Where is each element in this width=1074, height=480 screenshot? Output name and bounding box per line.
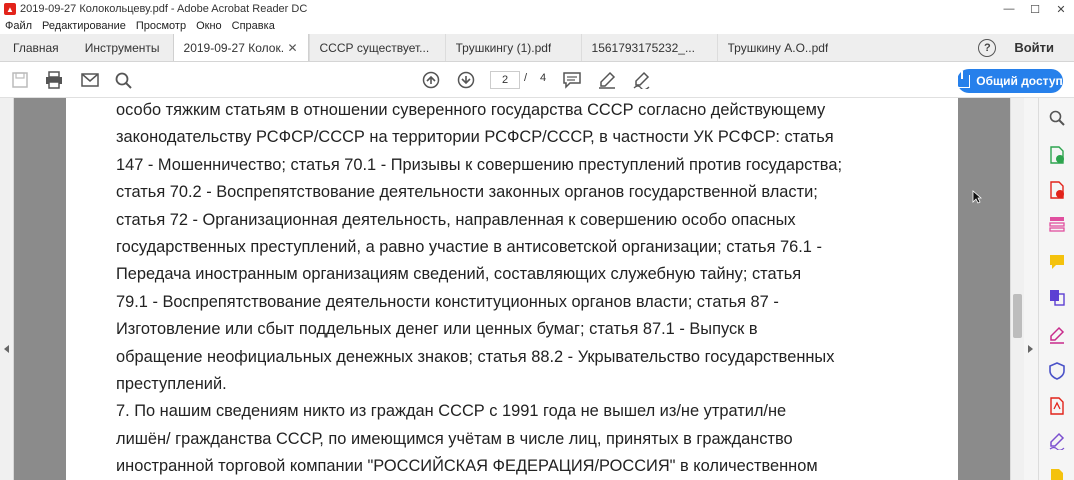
combine-files-icon[interactable] xyxy=(1048,288,1066,306)
document-tab-label: Трушкину А.О..pdf xyxy=(727,40,829,55)
share-icon xyxy=(957,70,971,88)
menu-help[interactable]: Справка xyxy=(227,20,280,32)
text-line: иностранной торговой компании "РОССИЙСКА… xyxy=(116,457,818,476)
next-page-icon[interactable] xyxy=(456,71,476,89)
menu-edit[interactable]: Редактирование xyxy=(37,20,131,32)
tools-pane xyxy=(1038,98,1074,480)
more-tools-icon[interactable] xyxy=(1048,468,1066,480)
right-pane-toggle[interactable] xyxy=(1024,98,1038,480)
document-tab-label: СССР существует... xyxy=(319,40,430,55)
share-button-label: Общий доступ xyxy=(976,74,1063,88)
menu-bar: Файл Редактирование Просмотр Окно Справк… xyxy=(0,18,1074,34)
send-for-signature-icon[interactable] xyxy=(1048,432,1066,450)
previous-page-icon[interactable] xyxy=(421,71,441,89)
vertical-scrollbar[interactable] xyxy=(1010,98,1024,480)
comment-tool-icon[interactable] xyxy=(1048,253,1066,271)
document-tab-label: 1561793175232_... xyxy=(591,40,695,55)
text-line: 79.1 - Воспрепятствование деятельности к… xyxy=(116,292,779,311)
document-tab-label: Трушкингу (1).pdf xyxy=(455,40,552,55)
email-icon[interactable] xyxy=(80,71,100,89)
document-tab-label: 2019-09-27 Колок... xyxy=(183,40,284,55)
text-line: Изготовление или сбыт поддельных денег и… xyxy=(116,320,758,339)
total-pages: 4 xyxy=(540,72,547,84)
document-tab[interactable]: 2019-09-27 Колок... ✕ xyxy=(172,34,309,61)
minimize-button[interactable]: — xyxy=(996,0,1022,18)
left-pane-toggle[interactable] xyxy=(0,98,14,480)
save-icon[interactable] xyxy=(10,71,30,89)
text-line: государственных преступлений, а равно уч… xyxy=(116,238,822,257)
mouse-cursor-icon xyxy=(972,190,982,204)
text-line: преступлений. xyxy=(116,375,227,394)
pdf-page: особо тяжким статьям в отношении суверен… xyxy=(66,98,958,480)
text-line: лишён/ гражданства СССР, по имеющимся уч… xyxy=(116,429,793,448)
document-viewport[interactable]: особо тяжким статьям в отношении суверен… xyxy=(0,98,1038,480)
organize-pages-icon[interactable] xyxy=(1048,215,1066,233)
highlight-pen-icon[interactable] xyxy=(597,71,617,89)
edit-pdf-icon[interactable] xyxy=(1048,397,1066,415)
tab-spacer xyxy=(853,34,979,61)
expand-right-icon[interactable] xyxy=(1028,345,1033,353)
text-line: статья 72 - Организационная деятельность… xyxy=(116,210,796,229)
document-tab[interactable]: 1561793175232_... xyxy=(580,34,717,61)
comment-icon[interactable] xyxy=(562,71,582,89)
export-pdf-icon[interactable] xyxy=(1048,146,1066,164)
maximize-button[interactable]: ☐ xyxy=(1022,0,1048,18)
text-line: законодательству РСФСР/СССР на территори… xyxy=(116,128,834,147)
document-tab[interactable]: Трушкингу (1).pdf xyxy=(444,34,581,61)
page-number-input[interactable]: 2 xyxy=(490,71,520,89)
sign-in-button[interactable]: Войти xyxy=(1014,34,1074,61)
text-line: Передача иностранным организациям сведен… xyxy=(116,265,802,284)
menu-file[interactable]: Файл xyxy=(0,20,37,32)
window-controls: — ☐ ✕ xyxy=(996,0,1074,18)
text-line: обращение неофициальных денежных знаков;… xyxy=(116,347,835,366)
close-window-button[interactable]: ✕ xyxy=(1048,0,1074,18)
tab-home[interactable]: Главная xyxy=(0,34,72,61)
page-text: особо тяжким статьям в отношении суверен… xyxy=(116,97,946,480)
acrobat-app-icon: ▲ xyxy=(4,3,16,15)
window-title: 2019-09-27 Колокольцеву.pdf - Adobe Acro… xyxy=(20,3,308,15)
zoom-tool-icon[interactable] xyxy=(1048,109,1066,127)
scrollbar-thumb[interactable] xyxy=(1013,294,1022,338)
title-bar: ▲ 2019-09-27 Колокольцеву.pdf - Adobe Ac… xyxy=(0,0,1074,18)
tab-bar: Главная Инструменты 2019-09-27 Колок... … xyxy=(0,34,1074,62)
text-line: статья 70.2 - Воспрепятствование деятель… xyxy=(116,183,818,202)
create-pdf-icon[interactable] xyxy=(1048,181,1066,199)
help-icon[interactable]: ? xyxy=(978,38,997,57)
close-tab-icon[interactable]: ✕ xyxy=(287,41,297,55)
search-icon[interactable] xyxy=(114,71,134,89)
share-button[interactable]: Общий доступ xyxy=(957,69,1063,93)
menu-window[interactable]: Окно xyxy=(191,20,227,32)
text-line: особо тяжким статьям в отношении суверен… xyxy=(116,101,826,119)
text-line: 147 - Мошенничество; статья 70.1 - Призы… xyxy=(116,155,842,174)
menu-view[interactable]: Просмотр xyxy=(131,20,191,32)
text-line: 7. По нашим сведениям никто из граждан С… xyxy=(116,402,787,421)
document-tab[interactable]: СССР существует... xyxy=(308,34,445,61)
document-tab[interactable]: Трушкину А.О..pdf xyxy=(716,34,853,61)
toolbar: 2 / 4 xyxy=(0,62,1074,98)
sign-icon[interactable] xyxy=(632,71,652,89)
page-separator: / xyxy=(524,72,528,84)
expand-left-icon[interactable] xyxy=(4,345,9,353)
tab-tools[interactable]: Инструменты xyxy=(72,34,173,61)
print-icon[interactable] xyxy=(44,71,64,89)
fill-sign-icon[interactable] xyxy=(1048,326,1066,344)
protect-shield-icon[interactable] xyxy=(1048,362,1066,380)
